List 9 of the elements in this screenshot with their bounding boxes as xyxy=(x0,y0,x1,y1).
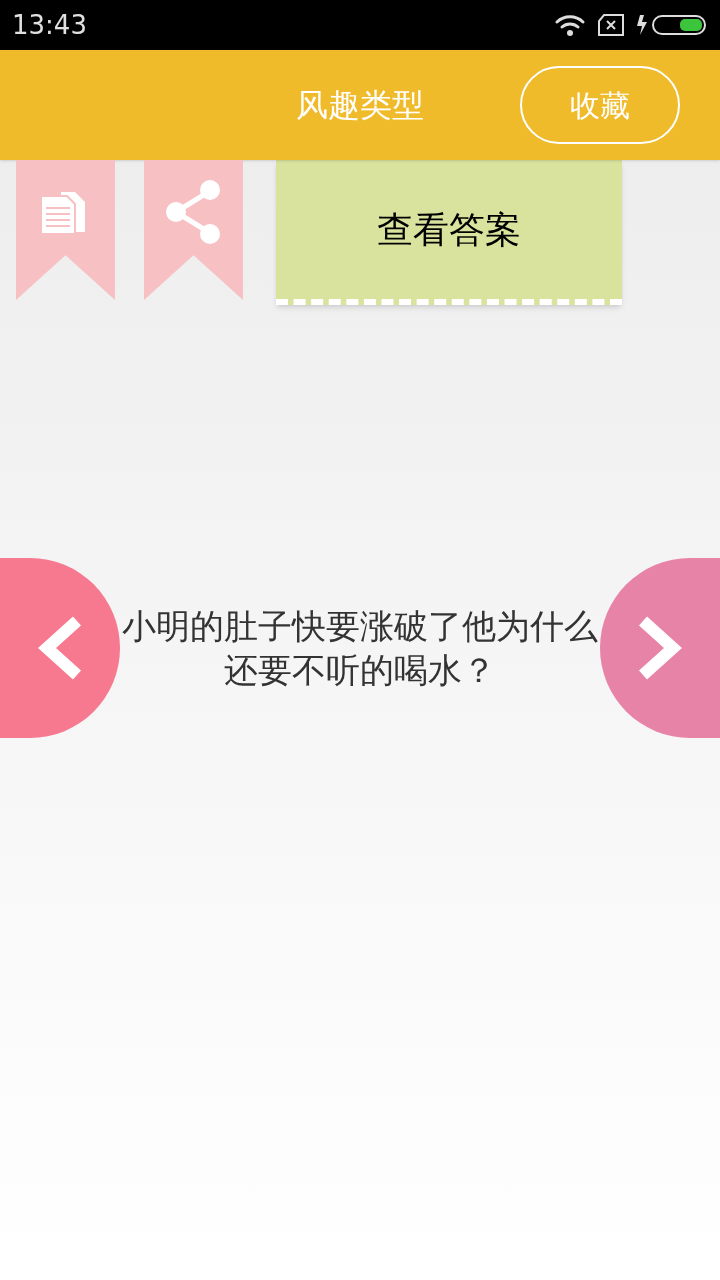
status-time: 13:43 xyxy=(12,8,87,42)
header-title: 风趣类型 xyxy=(296,85,424,126)
battery-icon xyxy=(636,13,708,37)
show-answer-button[interactable]: 查看答案 xyxy=(276,160,622,305)
wifi-icon xyxy=(554,13,586,37)
copy-ribbon-button[interactable] xyxy=(16,160,115,300)
no-sim-icon xyxy=(598,14,624,36)
question-text: 小明的肚子快要涨破了他为什么还要不听的喝水？ xyxy=(121,605,599,692)
share-ribbon-button[interactable] xyxy=(144,160,243,300)
